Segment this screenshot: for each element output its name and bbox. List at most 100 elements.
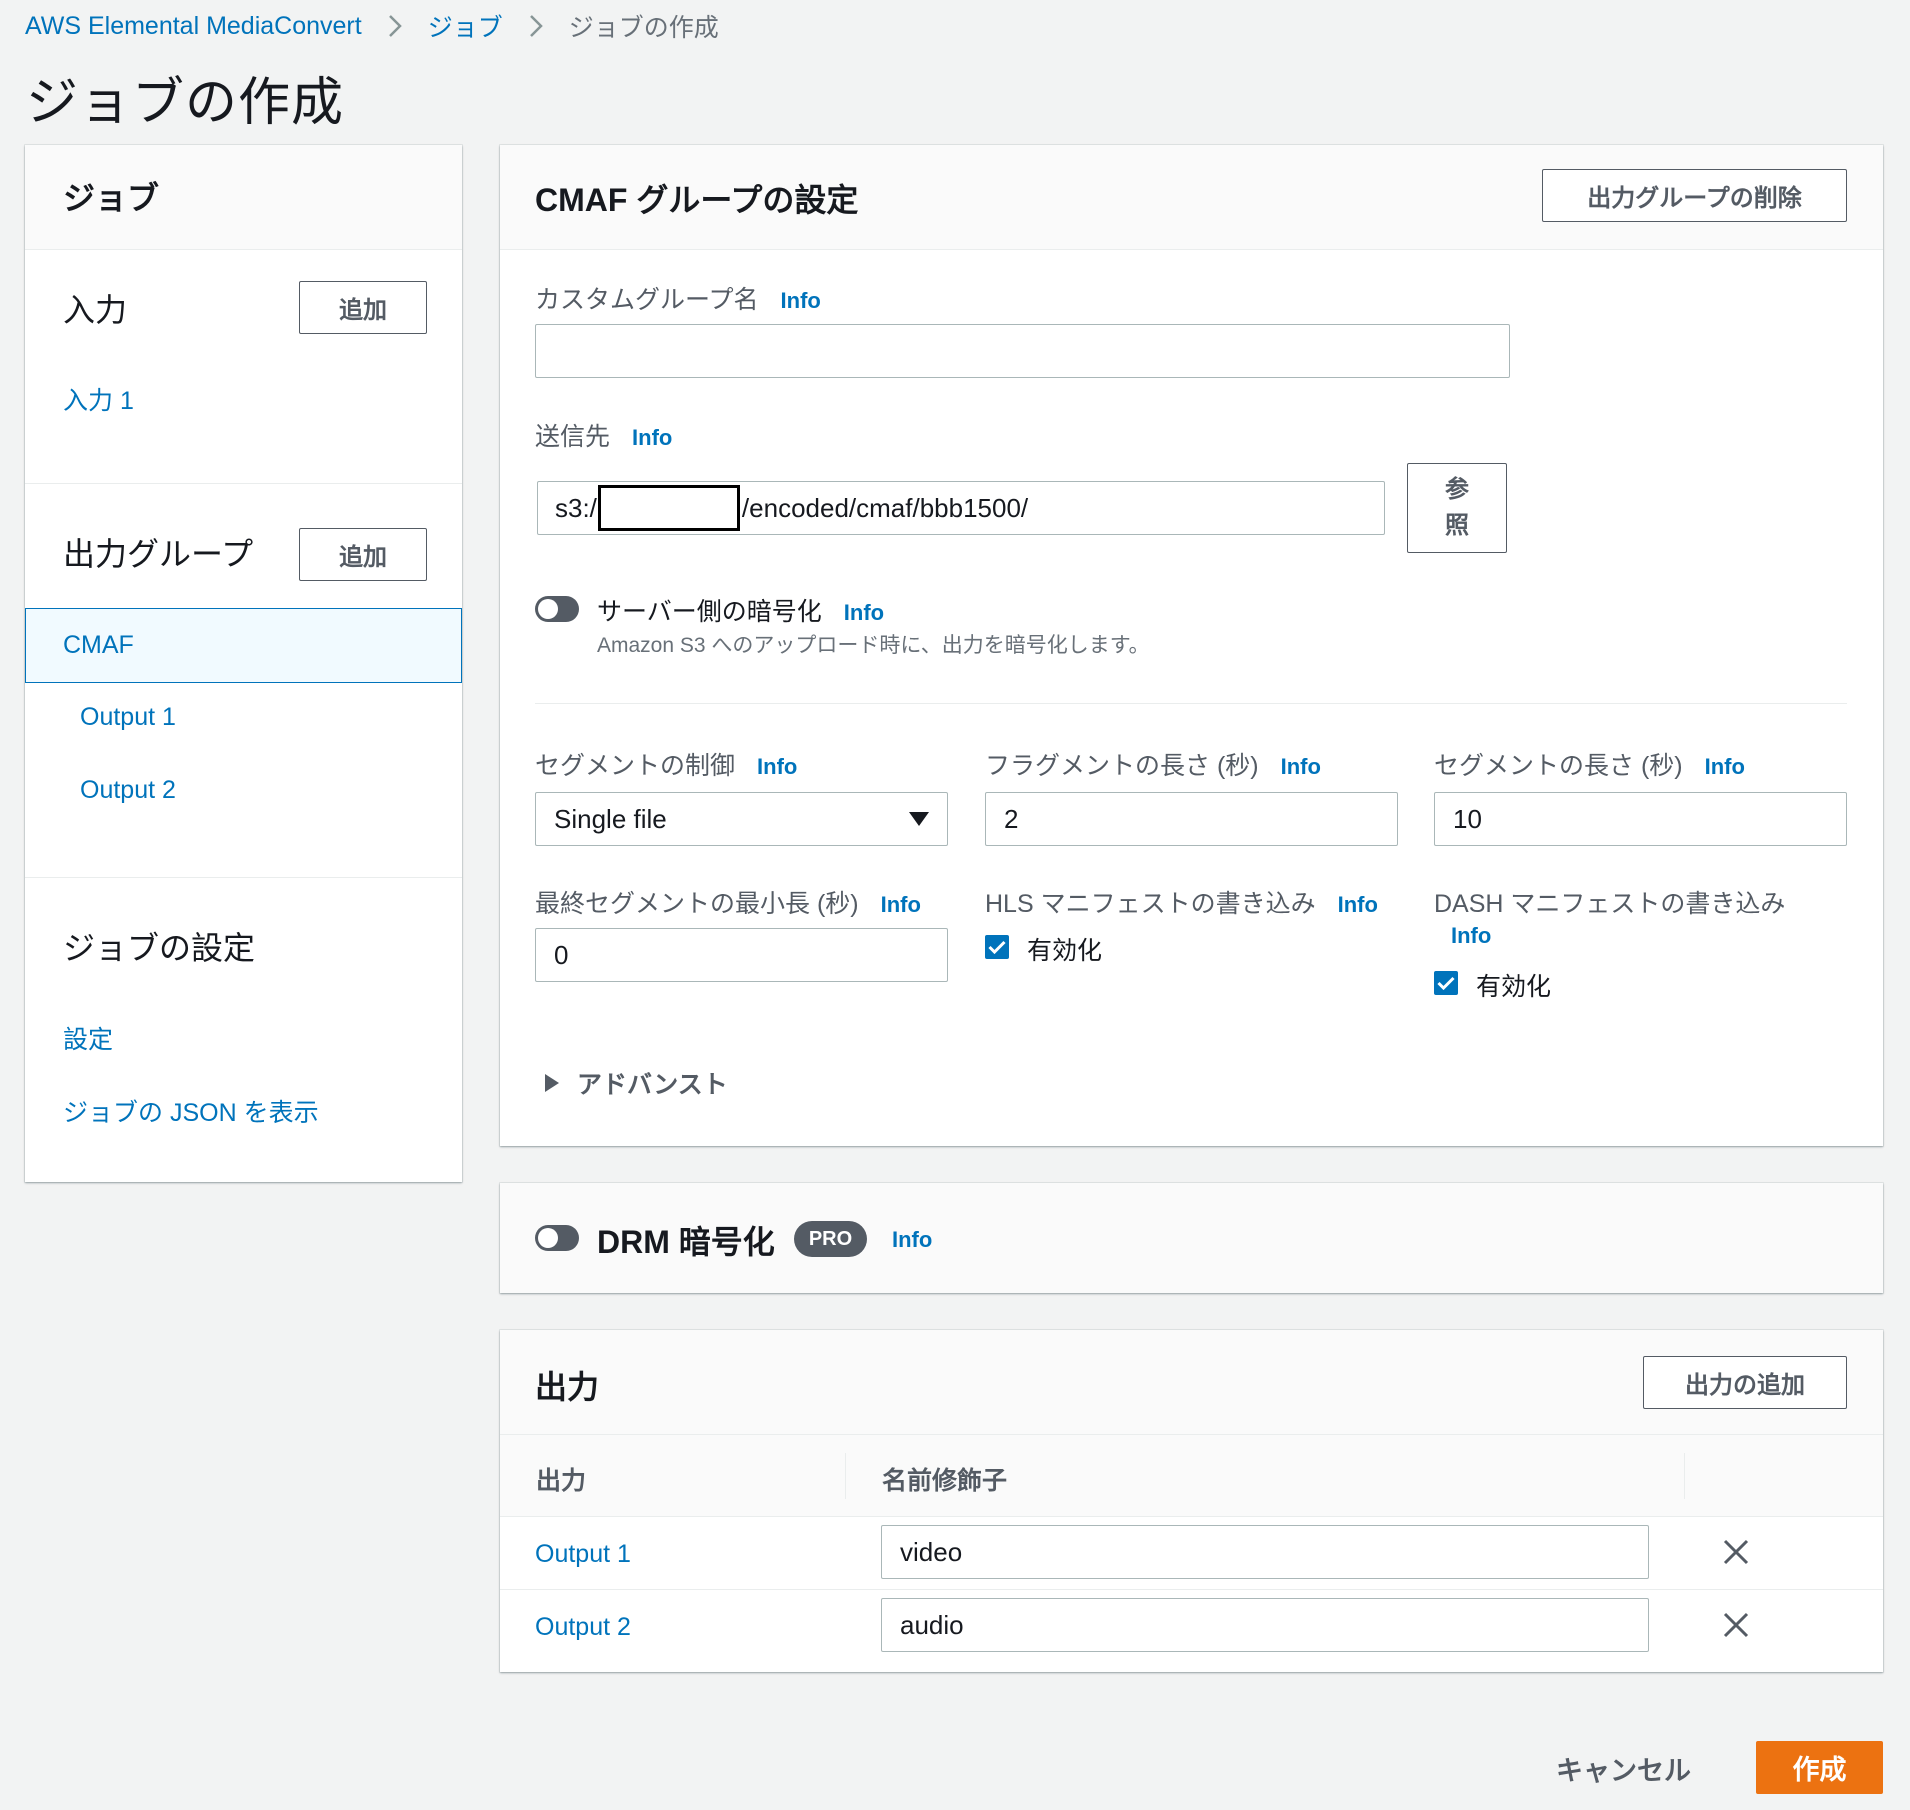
sidebar-output-group-title: 出力グループ [63, 536, 254, 572]
info-link[interactable]: Info [892, 1227, 932, 1253]
name-modifier-input[interactable]: audio [881, 1598, 1649, 1652]
server-side-encryption-toggle[interactable] [535, 596, 579, 622]
divider [25, 483, 462, 484]
table-row: Output 2 audio [500, 1590, 1883, 1663]
info-link[interactable]: Info [881, 892, 921, 918]
panel-title: CMAF グループの設定 [535, 182, 859, 218]
drm-encryption-panel: DRM 暗号化 PRO Info [500, 1183, 1883, 1293]
panel-header: CMAF グループの設定 出力グループの削除 [500, 145, 1883, 250]
column-divider [1684, 1453, 1685, 1499]
name-modifier-input[interactable]: video [881, 1525, 1649, 1579]
dash-manifest-checkbox[interactable] [1434, 971, 1458, 995]
panel-title: 出力 [535, 1369, 600, 1405]
table-row: Output 1 video [500, 1517, 1883, 1590]
browse-label-line2: 照 [1445, 512, 1469, 539]
advanced-expander[interactable]: アドバンスト [545, 1065, 728, 1101]
fragment-length-input[interactable]: 2 [985, 792, 1398, 846]
info-link[interactable]: Info [1451, 923, 1491, 949]
browse-label-line1: 参 [1445, 476, 1469, 503]
breadcrumb-mediaconvert[interactable]: AWS Elemental MediaConvert [25, 12, 362, 41]
segment-length-label: セグメントの長さ (秒) Info [1434, 746, 1745, 782]
segment-control-label: セグメントの制御 Info [535, 746, 797, 782]
pro-badge: PRO [794, 1221, 867, 1257]
add-input-button[interactable]: 追加 [299, 281, 427, 334]
label-text: HLS マニフェストの書き込み [985, 890, 1316, 918]
label-text: 最終セグメントの最小長 (秒) [535, 890, 859, 918]
custom-group-name-label: カスタムグループ名 Info [535, 280, 821, 316]
info-link[interactable]: Info [757, 754, 797, 780]
advanced-label: アドバンスト [577, 1071, 728, 1099]
sidebar-job-settings-title: ジョブの設定 [63, 930, 256, 966]
divider [535, 703, 1847, 704]
info-link[interactable]: Info [781, 288, 821, 314]
sidebar-item-settings[interactable]: 設定 [63, 1020, 113, 1056]
segment-control-select[interactable]: Single file [535, 792, 948, 846]
close-icon[interactable] [1722, 1611, 1750, 1639]
sidebar-header: ジョブ [25, 145, 462, 250]
check-icon [988, 940, 1006, 954]
sidebar-input-title: 入力 [63, 292, 128, 328]
breadcrumb-jobs[interactable]: ジョブ [428, 8, 503, 44]
sidebar-item-output-1[interactable]: Output 1 [80, 703, 176, 732]
label-text: セグメントの制御 [535, 752, 736, 780]
label-text: サーバー側の暗号化 [597, 598, 822, 626]
label-text: フラグメントの長さ (秒) [985, 752, 1259, 780]
close-icon[interactable] [1722, 1538, 1750, 1566]
column-header-name-modifier: 名前修飾子 [882, 1467, 1008, 1495]
custom-group-name-input[interactable] [535, 324, 1510, 378]
segment-length-input[interactable]: 10 [1434, 792, 1847, 846]
info-link[interactable]: Info [844, 600, 884, 626]
add-output-group-button[interactable]: 追加 [299, 528, 427, 581]
destination-prefix: s3:/ [555, 492, 597, 523]
min-final-segment-input[interactable]: 0 [535, 928, 948, 982]
column-divider [845, 1453, 846, 1499]
cancel-button[interactable]: キャンセル [1556, 1749, 1691, 1788]
drm-encryption-toggle[interactable] [535, 1225, 579, 1251]
info-link[interactable]: Info [1338, 892, 1378, 918]
delete-output-group-button[interactable]: 出力グループの削除 [1542, 169, 1847, 222]
redacted-bucket [597, 485, 740, 531]
table-header: 出力 名前修飾子 [500, 1435, 1883, 1517]
breadcrumb: AWS Elemental MediaConvert ジョブ ジョブの作成 [25, 8, 719, 44]
sidebar-item-cmaf[interactable]: CMAF [25, 608, 462, 683]
cmaf-group-settings-panel: CMAF グループの設定 出力グループの削除 カスタムグループ名 Info 送信… [500, 145, 1883, 1146]
page-title: ジョブの作成 [26, 74, 345, 132]
job-sidebar: ジョブ 入力 追加 入力 1 出力グループ 追加 CMAF Output 1 O… [25, 145, 462, 1182]
panel-header: 出力 出力の追加 [500, 1330, 1883, 1435]
hls-manifest-checkbox-label: 有効化 [1027, 937, 1103, 965]
hls-manifest-label: HLS マニフェストの書き込み Info [985, 884, 1378, 920]
sidebar-item-view-json[interactable]: ジョブの JSON を表示 [63, 1093, 319, 1129]
destination-input[interactable]: s3:/ /encoded/cmaf/bbb1500/ [537, 481, 1385, 535]
drm-title: DRM 暗号化 [597, 1224, 775, 1260]
output-link[interactable]: Output 2 [535, 1613, 631, 1642]
info-link[interactable]: Info [1281, 754, 1321, 780]
server-side-encryption-description: Amazon S3 へのアップロード時に、出力を暗号化します。 [597, 634, 1150, 657]
dash-manifest-checkbox-label: 有効化 [1476, 973, 1552, 1001]
outputs-panel: 出力 出力の追加 出力 名前修飾子 Output 1 video Output … [500, 1330, 1883, 1672]
check-icon [1437, 976, 1455, 990]
sidebar-item-label: CMAF [63, 631, 134, 659]
info-link[interactable]: Info [1705, 754, 1745, 780]
hls-manifest-checkbox[interactable] [985, 935, 1009, 959]
chevron-right-icon [388, 14, 402, 38]
output-link[interactable]: Output 1 [535, 1540, 631, 1569]
label-text: カスタムグループ名 [535, 286, 759, 314]
label-text: セグメントの長さ (秒) [1434, 752, 1683, 780]
dash-manifest-label: DASH マニフェストの書き込み [1434, 890, 1786, 918]
fragment-length-label: フラグメントの長さ (秒) Info [985, 746, 1321, 782]
select-value: Single file [554, 803, 667, 834]
sidebar-title: ジョブ [63, 180, 160, 216]
info-link[interactable]: Info [632, 425, 672, 451]
add-output-button[interactable]: 出力の追加 [1643, 1356, 1847, 1409]
browse-button[interactable]: 参 照 [1407, 463, 1507, 553]
divider [25, 877, 462, 878]
breadcrumb-current: ジョブの作成 [568, 14, 719, 42]
caret-down-icon [909, 812, 929, 826]
create-button[interactable]: 作成 [1756, 1741, 1883, 1794]
destination-suffix: /encoded/cmaf/bbb1500/ [741, 492, 1029, 523]
caret-right-icon [545, 1074, 559, 1092]
column-header-output: 出力 [536, 1467, 587, 1495]
sidebar-item-input-1[interactable]: 入力 1 [63, 381, 134, 417]
destination-label: 送信先 Info [535, 417, 672, 453]
sidebar-item-output-2[interactable]: Output 2 [80, 776, 176, 805]
